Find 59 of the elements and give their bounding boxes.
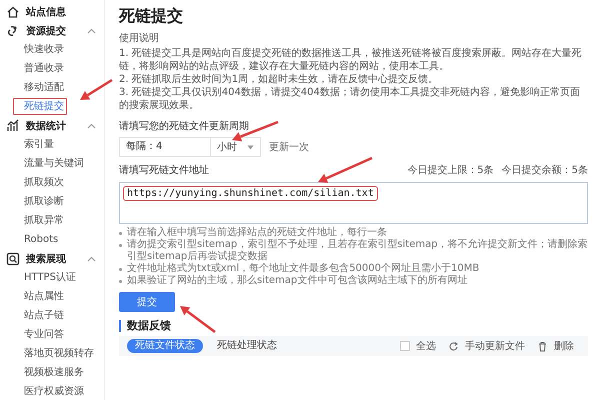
sidebar-item[interactable]: 索引量 bbox=[0, 135, 98, 154]
sidebar-item[interactable]: 流量与关键词 bbox=[0, 154, 98, 173]
bullet-icon bbox=[119, 268, 122, 271]
note-text: 请在输入框中填写当前选择站点的死链文件地址，每行一条 bbox=[127, 227, 387, 238]
submit-button[interactable]: 提交 bbox=[119, 292, 175, 312]
search-icon bbox=[6, 252, 20, 266]
bullet-icon bbox=[119, 280, 122, 283]
sidebar-item[interactable]: 专业问答 bbox=[0, 325, 98, 344]
bullet-icon bbox=[119, 232, 122, 235]
note-text: 请勿提交索引型sitemap，索引型不予处理，且若存在索引型sitemap，将不允许提交新文件；请删除索引型sitemap后再尝试提交数据 bbox=[127, 239, 588, 262]
sidebar-item[interactable]: 落地页视频转存 bbox=[0, 344, 98, 363]
annotation-arrow bbox=[180, 306, 216, 333]
checkbox[interactable] bbox=[400, 341, 410, 351]
sidebar-item[interactable]: 抓取诊断 bbox=[0, 192, 98, 211]
field-suffix: 更新一次 bbox=[269, 140, 309, 154]
sidebar-item[interactable]: 死链提交 bbox=[12, 97, 68, 116]
sidebar-group[interactable]: 资源提交 bbox=[0, 21, 104, 40]
url-textarea[interactable]: https://yunying.shunshinet.com/silian.txt bbox=[119, 182, 588, 224]
interval-field[interactable]: 每隔：4 bbox=[119, 137, 211, 157]
sidebar-item[interactable]: HTTPS认证 bbox=[0, 268, 98, 287]
tab[interactable]: 死链文件状态 bbox=[127, 339, 203, 353]
bullet-icon bbox=[119, 244, 122, 247]
note-text: 文件地址格式为txt或xml，每个地址文件最多包含50000个网址且需小于10MB bbox=[127, 263, 480, 274]
sidebar-group[interactable]: 搜索展现 bbox=[0, 249, 104, 268]
url-text: https://yunying.shunshinet.com/silian.txt bbox=[124, 187, 377, 200]
section-heading: 数据反馈 bbox=[119, 320, 588, 332]
trash-icon bbox=[537, 340, 548, 352]
sidebar-item[interactable]: 站点子链 bbox=[0, 306, 98, 325]
field-label: 请填写死链文件地址 bbox=[119, 164, 209, 177]
action-link[interactable]: 手动更新文件 bbox=[465, 339, 525, 353]
caret-icon bbox=[247, 144, 254, 150]
sidebar-item[interactable]: 普通收录 bbox=[0, 59, 98, 78]
sidebar-item[interactable]: 快速收录 bbox=[0, 40, 98, 59]
sidebar-item[interactable]: 抓取异常 bbox=[0, 211, 98, 230]
tab[interactable]: 死链处理状态 bbox=[209, 339, 285, 353]
sidebar-item[interactable]: 视频极速服务 bbox=[0, 363, 98, 382]
section-heading: 使用说明 bbox=[119, 32, 160, 45]
note-text: 如果验证了网站的主域，那么sitemap文件中可包含该网站主域下的所有网址 bbox=[127, 275, 468, 287]
checkbox-label[interactable]: 全选 bbox=[416, 339, 436, 353]
action-link[interactable]: 删除 bbox=[554, 339, 574, 353]
annotation-arrow bbox=[318, 156, 372, 183]
sidebar-item[interactable]: 站点属性 bbox=[0, 287, 98, 306]
instruction-text: 1. 死链提交工具是网站向百度提交死链的数据推送工具，被推送死链将被百度搜索屏蔽。网站存在大量死链，将影响网站的站点评级，建议存在大量死链内容的网站，使用本工具。 bbox=[119, 47, 583, 73]
sidebar-item[interactable]: 医疗权威资源 bbox=[0, 382, 98, 400]
sidebar-item[interactable]: 移动适配 bbox=[0, 78, 98, 97]
field-label: 请填写您的死链文件更新周期 bbox=[119, 120, 249, 133]
sidebar-group[interactable]: 站点信息 bbox=[0, 2, 104, 21]
page-title: 死链提交 bbox=[119, 6, 184, 27]
refresh-icon bbox=[448, 340, 459, 352]
sidebar-item[interactable]: Robots bbox=[0, 230, 98, 249]
quota-text: 今日提交上限：5条 bbox=[407, 164, 494, 177]
instruction-text: 2. 死链抓取后生效时间为1周，如超时未生效，请在反馈中心提交反馈。 bbox=[119, 73, 440, 86]
chart-icon bbox=[6, 118, 20, 132]
quota-text: 今日提交余额：5条 bbox=[502, 164, 588, 177]
annotation-arrow bbox=[80, 78, 113, 100]
sidebar-group[interactable]: 数据统计 bbox=[0, 116, 104, 135]
home-icon bbox=[6, 4, 20, 18]
sidebar-item[interactable]: 抓取频次 bbox=[0, 173, 98, 192]
instruction-text: 3. 死链提交工具仅识别404数据，请提交404数据；请勿使用本工具提交非死链内容，避免影响正常页面的搜索展现效果。 bbox=[119, 86, 581, 112]
